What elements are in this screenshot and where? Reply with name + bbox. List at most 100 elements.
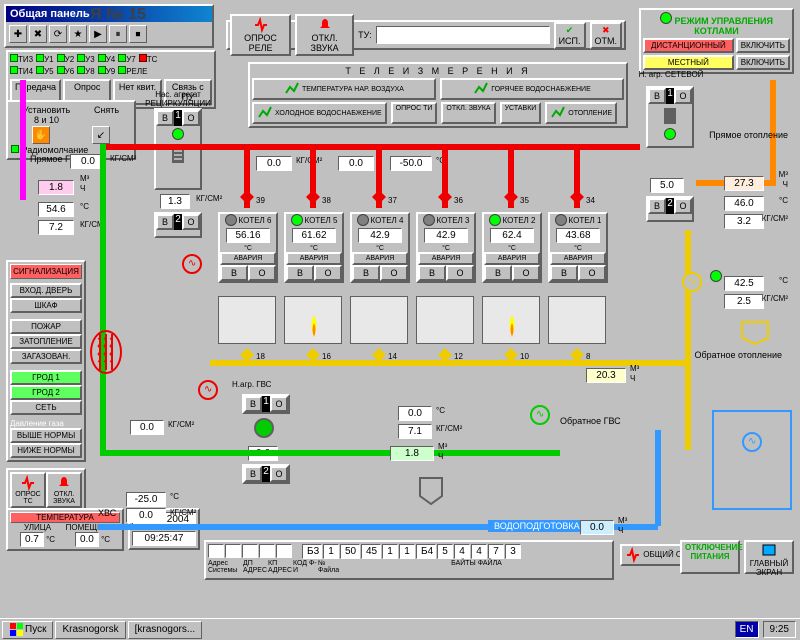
btn-temp-nar[interactable]: ТЕМПЕРАТУРА НАР. ВОЗДУХА [252, 78, 436, 100]
btn-otkl-zvuka-3[interactable]: ОТКЛ. ЗВУКА [441, 102, 495, 124]
sig-gas[interactable]: ЗАГАЗОВАН. [10, 349, 82, 364]
boiler-o-0[interactable]: О [248, 265, 276, 281]
byte-sys [208, 544, 224, 558]
gas-hi[interactable]: ВЫШЕ НОРМЫ [10, 428, 82, 443]
bl-3: КОД Ф-И [293, 560, 317, 574]
tu-label: ТУ: [358, 30, 372, 40]
boiler-2: КОТЕЛ 442.9°САВАРИЯВО [350, 212, 410, 283]
top-r1: 0.0 [256, 156, 292, 171]
btn-gor-vodo[interactable]: ГОРЯЧЕЕ ВОДОСНАБЖЕНИЕ [440, 78, 624, 100]
red-pump-icon-2: ∿ [182, 254, 202, 274]
sig-door[interactable]: ВХОД. ДВЕРЬ [10, 283, 82, 298]
led-u7: У7 [118, 54, 136, 64]
btn-dist-on[interactable]: ВКЛЮЧИТЬ [736, 38, 790, 53]
boiler-v-1[interactable]: В [286, 265, 314, 281]
start-button[interactable]: Пуск [2, 621, 53, 639]
tank-icon-2 [418, 476, 444, 506]
boiler-o-5[interactable]: О [578, 265, 606, 281]
byte-8: 4 [454, 544, 470, 559]
sig-grod1[interactable]: ГРОД 1 [10, 370, 82, 385]
sig-flood[interactable]: ЗАТОПЛЕНИЕ [10, 334, 82, 349]
setevoi-o2[interactable]: О [674, 198, 692, 214]
boiler-v-5[interactable]: В [550, 265, 578, 281]
setevoi-v1[interactable]: В [648, 88, 666, 104]
gvs-p-u: КГ/СМ² [168, 420, 194, 429]
gvs-n1: 1 [262, 396, 270, 412]
setevoi-o1[interactable]: О [674, 88, 692, 104]
btn-local[interactable]: МЕСТНЫЙ [643, 55, 734, 70]
tool-icon-2[interactable]: ✖ [29, 25, 47, 43]
btn-otkl-pit[interactable]: ОТКЛЮЧЕНИЕ ПИТАНИЯ [680, 540, 740, 574]
task-1[interactable]: Krasnogorsk [55, 621, 125, 639]
mid-v2-u: КГ/СМ² [436, 424, 462, 433]
boiler-name-3: КОТЕЛ 3 [437, 216, 470, 225]
btn-otkl-zvuka[interactable]: ОТКЛ. ЗВУКА [295, 14, 354, 56]
tool-icon-6[interactable]: ⏸ [109, 25, 127, 43]
boiler-v-3[interactable]: В [418, 265, 446, 281]
pipe-yel-bottom [210, 360, 690, 366]
boiler-v-0[interactable]: В [220, 265, 248, 281]
tool-icon-7[interactable]: ⏹ [129, 25, 147, 43]
time-val: 09:25:47 [132, 531, 196, 546]
boiler-v-4[interactable]: В [484, 265, 512, 281]
remove-arrow-icon[interactable]: ↙ [92, 126, 110, 144]
boiler-o-1[interactable]: О [314, 265, 342, 281]
btn-main-screen[interactable]: ГЛАВНЫЙ ЭКРАН [744, 540, 794, 574]
recirk-v1[interactable]: В [156, 110, 174, 126]
mid-v3: 1.8 [390, 446, 434, 461]
btn-ustavki[interactable]: УСТАВКИ [500, 102, 542, 124]
btn-otkl-zvuka-2[interactable]: ОТКЛ. ЗВУКА [46, 472, 82, 508]
boiler-av-2[interactable]: АВАРИЯ [352, 252, 408, 265]
recirk-v2[interactable]: В [156, 214, 174, 230]
tool-icon-1[interactable]: ✚ [9, 25, 27, 43]
setevoi-v2[interactable]: В [648, 198, 666, 214]
btn-otoplenie[interactable]: ОТОПЛЕНИЕ [545, 102, 617, 124]
boiler-av-0[interactable]: АВАРИЯ [220, 252, 276, 265]
xvs-flow: 0.0 [580, 520, 614, 535]
gvs-v1[interactable]: В [244, 396, 262, 412]
boiler-o-4[interactable]: О [512, 265, 540, 281]
sig-set[interactable]: СЕТЬ [10, 400, 82, 415]
tu-input[interactable] [376, 26, 550, 44]
sig-fire[interactable]: ПОЖАР [10, 319, 82, 334]
boiler-v-2[interactable]: В [352, 265, 380, 281]
btn-opros-ts[interactable]: ОПРОС ТС [10, 472, 46, 508]
btn-hol-vodo[interactable]: ХОЛОДНОЕ ВОДОСНАБЖЕНИЕ [252, 102, 387, 124]
left-v1-u: М³ [80, 174, 89, 183]
btn-dist[interactable]: ДИСТАНЦИОННЫЙ [643, 38, 734, 53]
btn-otm[interactable]: ✖ОТМ. [590, 22, 623, 49]
boiler-o-3[interactable]: О [446, 265, 474, 281]
sig-grod2[interactable]: ГРОД 2 [10, 385, 82, 400]
boiler-av-1[interactable]: АВАРИЯ [286, 252, 342, 265]
gvs-o2[interactable]: О [270, 466, 288, 482]
tool-icon-3[interactable]: ⟳ [49, 25, 67, 43]
boiler-av-3[interactable]: АВАРИЯ [418, 252, 474, 265]
lang-tray[interactable]: EN [735, 621, 759, 638]
clock-tray: 9:25 [763, 621, 796, 638]
boiler-av-4[interactable]: АВАРИЯ [484, 252, 540, 265]
btn-isp[interactable]: ✔ИСП. [554, 22, 586, 49]
byte-0: Б3 [302, 544, 322, 559]
boiler-av-5[interactable]: АВАРИЯ [550, 252, 606, 265]
tool-icon-5[interactable]: ▶ [89, 25, 107, 43]
btn-opros-ti[interactable]: ОПРОС ТИ [391, 102, 438, 124]
sig-shkaf[interactable]: ШКАФ [10, 298, 82, 313]
btn-opros-rele[interactable]: ОПРОС РЕЛЕ [230, 14, 291, 56]
btn-local-on[interactable]: ВКЛЮЧИТЬ [736, 55, 790, 70]
tool-icon-4[interactable]: ★ [69, 25, 87, 43]
boiler-pipe-0 [244, 148, 250, 208]
left-v1: 1.8 [38, 180, 74, 195]
hand-install-icon[interactable]: ✋ [32, 126, 50, 144]
tank-icon [740, 320, 770, 346]
obr-gvs-label: Обратное ГВС [560, 416, 621, 426]
boiler-o-2[interactable]: О [380, 265, 408, 281]
boiler-val-0: 56.16 [226, 228, 270, 243]
gas-lo[interactable]: НИЖЕ НОРМЫ [10, 443, 82, 458]
boiler-valve-num-0: 39 [256, 196, 265, 205]
boiler-led-0 [225, 214, 237, 226]
gvs-v2[interactable]: В [244, 466, 262, 482]
task-2[interactable]: [krasnogors... [128, 621, 203, 639]
gvs-o1[interactable]: О [270, 396, 288, 412]
recirk-o2[interactable]: О [182, 214, 200, 230]
recirk-o1[interactable]: О [182, 110, 200, 126]
